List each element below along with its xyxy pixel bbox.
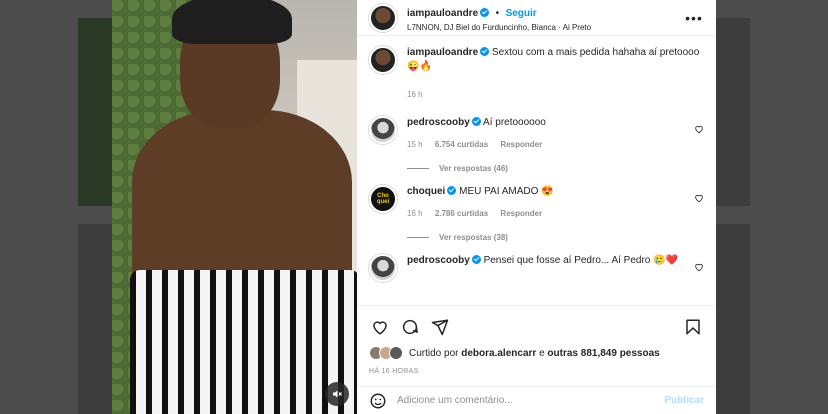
likes-count-link[interactable]: outras 881,849 pessoas xyxy=(547,348,659,359)
comment-text: Pensei que fosse aí Pedro... Aí Pedro 🥲❤… xyxy=(483,255,679,266)
heart-icon[interactable] xyxy=(694,193,704,203)
comment-text: Aí pretoooooo xyxy=(483,117,546,128)
comment-text: MEU PAI AMADO 😍 xyxy=(459,186,554,197)
bookmark-icon xyxy=(686,319,700,335)
reply-button[interactable]: Responder xyxy=(500,140,542,149)
more-options-icon[interactable]: ••• xyxy=(684,10,704,26)
share-icon xyxy=(431,319,449,336)
avatar[interactable] xyxy=(369,254,397,282)
comment-button[interactable] xyxy=(399,316,421,338)
caption-username[interactable]: iampaulo​andre xyxy=(407,47,478,58)
post-modal: iampaulo​andre • Seguir L7NNON, DJ Biel … xyxy=(112,0,716,414)
reply-button[interactable]: Responder xyxy=(500,209,542,218)
comment-username[interactable]: pedroscooby xyxy=(407,117,470,128)
view-replies-button[interactable]: Ver respostas (38) xyxy=(407,233,704,242)
comment-username[interactable]: choquei xyxy=(407,186,445,197)
verified-badge-icon xyxy=(480,47,490,56)
verified-badge-icon xyxy=(480,8,490,17)
add-comment-bar: Adicione um comentário... Publicar xyxy=(357,386,716,414)
audio-info[interactable]: L7NNON, DJ Biel do Furduncinho, Bianca ·… xyxy=(407,23,684,32)
follow-button[interactable]: Seguir xyxy=(506,8,537,19)
emoji-icon[interactable] xyxy=(369,392,387,410)
avatar xyxy=(389,346,403,360)
heart-icon[interactable] xyxy=(694,262,704,272)
comment-input[interactable]: Adicione um comentário... xyxy=(397,395,665,406)
verified-badge-icon xyxy=(471,255,481,264)
heart-icon xyxy=(373,321,387,335)
comment-likes[interactable]: 2.786 curtidas xyxy=(435,209,488,218)
avatar[interactable] xyxy=(369,3,397,32)
post-timestamp[interactable]: HÁ 16 HORAS xyxy=(369,368,704,375)
list-item: pedroscooby Aí pretoooooo 15 h 6.754 cur… xyxy=(369,116,704,152)
avatar[interactable]: Cho quei xyxy=(369,185,397,213)
avatar[interactable] xyxy=(369,46,397,74)
comments-list[interactable]: iampaulo​andre Sextou com a mais pedida … xyxy=(357,42,716,304)
comment-likes[interactable]: 6.754 curtidas xyxy=(435,140,488,149)
avatar[interactable] xyxy=(369,116,397,144)
comment-time[interactable]: 15 h xyxy=(407,140,423,149)
like-button[interactable] xyxy=(369,316,391,338)
post-actions: Curtido por debora.alencarr e outras 881… xyxy=(357,305,716,375)
publish-button[interactable]: Publicar xyxy=(665,395,704,406)
verified-badge-icon xyxy=(471,117,481,126)
caption: iampaulo​andre Sextou com a mais pedida … xyxy=(369,46,704,102)
caption-time[interactable]: 16 h xyxy=(407,90,423,99)
mute-button[interactable] xyxy=(325,382,349,406)
comment-icon xyxy=(402,319,418,335)
list-item: Cho quei choquei MEU PAI AMADO 😍 16 h 2.… xyxy=(369,185,704,221)
post-details-panel: iampaulo​andre • Seguir L7NNON, DJ Biel … xyxy=(357,0,716,414)
likes-summary: Curtido por debora.alencarr e outras 881… xyxy=(369,346,704,360)
share-button[interactable] xyxy=(429,316,451,338)
verified-badge-icon xyxy=(447,186,457,195)
list-item: pedroscooby Pensei que fosse aí Pedro...… xyxy=(369,254,704,282)
liker-username[interactable]: debora.alencarr xyxy=(461,348,536,359)
comment-username[interactable]: pedroscooby xyxy=(407,255,470,266)
save-button[interactable] xyxy=(682,316,704,338)
post-header: iampaulo​andre • Seguir L7NNON, DJ Biel … xyxy=(357,0,716,36)
post-author-username[interactable]: iampaulo​andre xyxy=(407,8,478,19)
mute-icon xyxy=(333,390,342,398)
view-replies-button[interactable]: Ver respostas (46) xyxy=(407,164,704,173)
heart-icon[interactable] xyxy=(694,124,704,134)
comment-time[interactable]: 16 h xyxy=(407,209,423,218)
post-video[interactable] xyxy=(112,0,357,414)
